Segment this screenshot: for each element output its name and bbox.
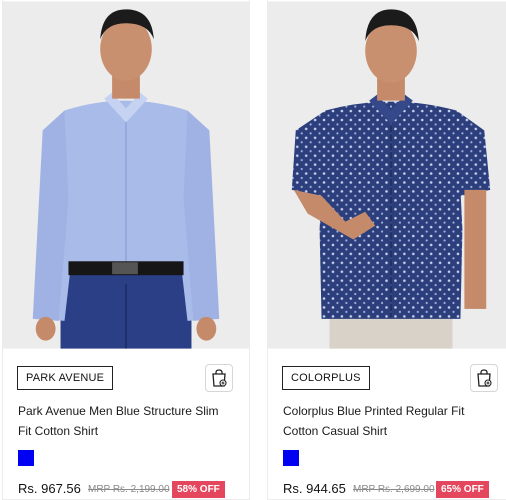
discount-badge: 65% OFF bbox=[436, 481, 489, 498]
price-row: Rs. 967.56 MRP Rs. 2,199.00 58% OFF bbox=[18, 479, 243, 499]
add-to-bag-button[interactable] bbox=[205, 364, 233, 392]
product-card[interactable]: PARK AVENUE Park Avenue Men Blue Structu… bbox=[2, 0, 250, 500]
brand-badge[interactable]: PARK AVENUE bbox=[17, 366, 114, 390]
price-row: Rs. 944.65 MRP Rs. 2,699.00 65% OFF bbox=[283, 479, 506, 499]
mrp-price: MRP Rs. 2,199.00 bbox=[88, 484, 170, 495]
add-to-bag-button[interactable] bbox=[470, 364, 498, 392]
color-swatch[interactable] bbox=[18, 450, 34, 466]
model-light-blue-shirt-image bbox=[3, 1, 249, 349]
brand-row: COLORPLUS bbox=[282, 364, 500, 392]
color-swatch[interactable] bbox=[283, 450, 299, 466]
product-image[interactable] bbox=[268, 0, 506, 350]
discount-badge: 58% OFF bbox=[172, 481, 225, 498]
sale-price: Rs. 967.56 bbox=[18, 481, 81, 496]
product-title[interactable]: Park Avenue Men Blue Structure Slim Fit … bbox=[18, 401, 235, 441]
product-image[interactable] bbox=[3, 0, 249, 350]
brand-badge[interactable]: COLORPLUS bbox=[282, 366, 370, 390]
brand-row: PARK AVENUE bbox=[17, 364, 235, 392]
shopping-bag-icon bbox=[212, 369, 227, 387]
mrp-price: MRP Rs. 2,699.00 bbox=[353, 484, 435, 495]
product-card[interactable]: COLORPLUS Colorplus Blue Printed Regular… bbox=[267, 0, 506, 500]
shopping-bag-icon bbox=[477, 369, 492, 387]
product-title[interactable]: Colorplus Blue Printed Regular Fit Cotto… bbox=[283, 401, 500, 441]
sale-price: Rs. 944.65 bbox=[283, 481, 346, 496]
model-navy-printed-shirt-image bbox=[268, 1, 506, 349]
